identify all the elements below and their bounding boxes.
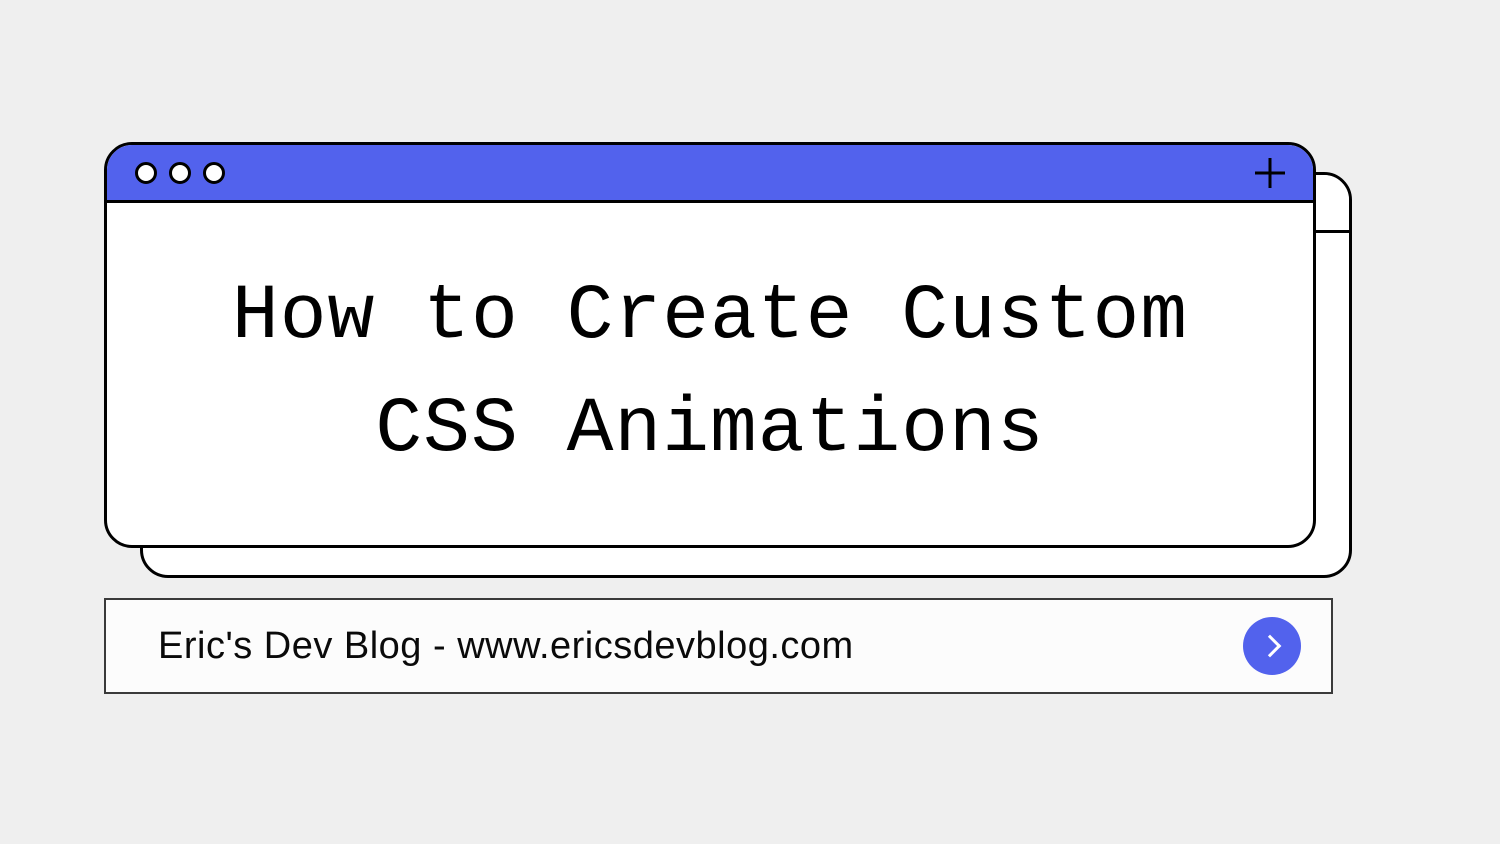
minimize-dot-icon[interactable] — [169, 162, 191, 184]
window-title-bar — [107, 145, 1313, 203]
go-button[interactable] — [1243, 617, 1301, 675]
address-text: Eric's Dev Blog - www.ericsdevblog.com — [158, 625, 854, 668]
address-bar[interactable]: Eric's Dev Blog - www.ericsdevblog.com — [104, 598, 1333, 694]
browser-window: How to Create Custom CSS Animations — [104, 142, 1316, 548]
chevron-right-icon — [1259, 635, 1282, 658]
window-content: How to Create Custom CSS Animations — [107, 203, 1313, 545]
page-title: How to Create Custom CSS Animations — [147, 261, 1273, 487]
window-controls — [135, 162, 225, 184]
maximize-dot-icon[interactable] — [203, 162, 225, 184]
plus-icon[interactable] — [1255, 158, 1285, 188]
close-dot-icon[interactable] — [135, 162, 157, 184]
